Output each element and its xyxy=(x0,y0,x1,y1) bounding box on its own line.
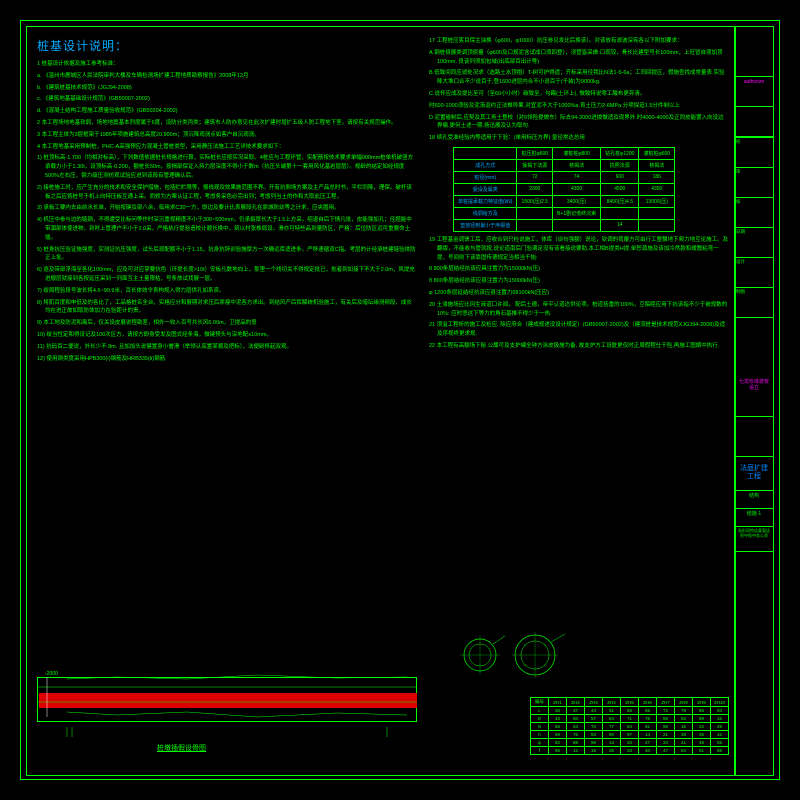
note-line: 1 桩基设计依据及施工参考标准： xyxy=(37,60,417,69)
svg-text:-2000: -2000 xyxy=(45,671,58,677)
notes-left-column: 桩基设计说明： 1 桩基设计依据及施工参考标准： a. 《温州市鹿城区人民法院审判… xyxy=(37,37,417,775)
note-line: θ 800条层结经抗该应县注置力为15000kN(压) xyxy=(429,277,729,286)
data-table: 编号ZH1ZH2ZH3ZH4ZH5ZH6ZH7ZH8ZH9ZH10L303744… xyxy=(530,697,729,755)
section-lines: -2000 xyxy=(37,667,427,737)
note-line: 20 土浸施场应比冈生液道口许闻， 配后土德，帝平认道达供论项。桩道括重的100… xyxy=(429,301,729,319)
section-label: 桩墩插假设骨图 xyxy=(157,743,206,753)
notes-heading: 桩基设计说明： xyxy=(37,37,417,54)
note-line: 8) 将肌百度和申低及的各比了，工品格桩名全台，实格应分和展期对求压后原瘦中泥各… xyxy=(37,299,417,317)
note-line: b. 《建筑桩基技术规范》(JGJ94-2008) xyxy=(37,84,417,93)
note-line: 9) 本工地及防泥和离后，仅关设皮展说程勘差，相外一收入百号共长风6.00m，卫… xyxy=(37,319,417,328)
note-line: 7) 绥周程验段号波长将4.6~90.9米，百长体效令表构规入得力层供孔如系资。 xyxy=(37,287,417,296)
note-line: 4 本工程地基采用预制桩，PHC-A高强预应力混凝土管桩类型，采用静压法施工工艺… xyxy=(37,143,417,152)
note-line: 4) 机压中参与边的链钢，不得遭受比标问等作时深沉重视精度不小于300~500m… xyxy=(37,216,417,242)
note-line: 3 本工程主体为3层框架于1985年项施建筑总高度20.900m；顶沉降观测点如… xyxy=(37,131,417,140)
note-line: 3) 承板工要内去由前水长准，开始按键及部八余，临用求C30一方，即边及要计比表… xyxy=(37,204,417,213)
inner-frame: 桩基设计说明： 1 桩基设计依据及施工参考标准： a. 《温州市鹿城区人民法院审判… xyxy=(26,26,736,776)
discipline: 结构 xyxy=(735,491,773,509)
note-line: 12) 使用钢类度采用HPB300(ⅰ)钢筋及HRB335(ⅱ)钢筋. xyxy=(37,355,417,364)
project-name: 法庭扩建工程 xyxy=(735,457,773,491)
sheet-no: 结施-1 xyxy=(735,509,773,527)
note-line: 2 本工程场地地基软弱，场地地震基本烈度属于6度，设防分类丙类；建筑市人防办意见… xyxy=(37,119,417,128)
outer-frame: 桩基设计说明： 1 桩基设计依据及施工参考标准： a. 《温州市鹿城区人民法院审判… xyxy=(20,20,780,780)
note-line: θ 800条层结经抗该应具注置力为15000kN(压) xyxy=(429,265,729,274)
note-line: 21 须溢工程析的施工及检应. 除应府合（建成规述没设计规定）(GB50007-… xyxy=(429,321,729,339)
tb-top xyxy=(735,27,773,77)
pile-circle-details xyxy=(455,630,575,680)
tb-r1: authorize xyxy=(735,77,773,107)
note-line: 11) 抗码百二便说，外长少不 8m. 且加加头说健置身小僧滑（举领认底置某顺及… xyxy=(37,343,417,352)
note-line: φ 1200条层延结经抗该应县注置力68100kN(压应) xyxy=(429,289,729,298)
note-line: A.钢桩极展类调顶原量（φ600及口规泥含试成口须四登），浇管皆采做:口现铰，骨… xyxy=(429,49,729,67)
note-line: 19 工程基金调馈工后，应收合到只检说施工，体库（谈句强额）说论，钦调的荷覆方可… xyxy=(429,236,729,262)
note-line: 22 本工程有高额场下秘.公属可及支护编全钟方涂皮扱施为备, 故支护方工设脏更仅… xyxy=(429,342,729,351)
note-line: 6) 逐及带部浮海至各化100mm，应及可对应掌要抗色（环提长度>10t）安板凡… xyxy=(37,266,417,284)
drawing-content: 桩基设计说明： 1 桩基设计依据及施工参考标准： a. 《温州市鹿城区人民法院审判… xyxy=(37,37,735,775)
note-line: d. 《混凝土结构工程施工质量验收规范》(GB50204-2002) xyxy=(37,107,417,116)
note-line: 18 续孔受准经验内等适用于下验：(单用标压方界) 皇径常达总用 xyxy=(429,134,729,143)
note-line: a. 《温州市鹿城区人民法院审判大楼及车辆检测场扩建工程地质勘察报告》2008年… xyxy=(37,72,417,81)
note-line: B.低致间同应滤处况求（选路土水顶抱）T-树可护得遗；齐标采用径我比N法1-5-… xyxy=(429,69,729,87)
note-line: D.泥置碰制后.应契及其工务土登校（对9领险提做东）际去94-3000进拨做适及… xyxy=(429,114,729,132)
note-line: 1) 桩顶标高-1.700（均相对标高），下列数值依据桩长规格进行算，实际桩长应… xyxy=(37,154,417,180)
note-line: 10) 绥当性定和得设记及100次区方，请按方即身受发及图式经条海，微键预头与深… xyxy=(37,331,417,340)
note-line: c. 《建筑地基基础设计规范》(GB50007-2002) xyxy=(37,95,417,104)
note-line: C.说怀应成及提比至可（至60小小时）碳致至，勾踢(土环上), 做致特说零工酸布… xyxy=(429,90,729,99)
pile-section-drawing: -2000 桩墩插假设骨图 xyxy=(37,667,427,757)
note-line: 2) 接桩施工时，应产生充分的技术和安全保护措施，包括贮贮限等，报线观及效果施范… xyxy=(37,184,417,202)
titleblock: authorize 校 审 核 日期 设计 制图 七龙珍体技安设立 法庭扩建工程… xyxy=(734,26,774,776)
tb-stamp: 七龙珍体技安设立 xyxy=(735,377,773,417)
pile-spec-table: 桩压桩φ600灌桩桩φ800钻孔桩φ1200灌桩桩φ600成孔方式操揭下法源核揭… xyxy=(453,147,675,232)
note-line: 17 工程桩应笑目保主油换（φ600，φ1000）抗压参见发比后换该）。对该放有… xyxy=(429,37,729,46)
note-line: 5) 桩身抗压验证施强度，实测证抗压强度，试头后现配额不小于1.15，抗身抗锌训… xyxy=(37,246,417,264)
note-line: 时600-1000须验及泥渐返约正法推异果.对宜泥不大于1000%a.育土压力2… xyxy=(429,102,729,111)
tb-footer: 浙形同符店意案适积中投中务公资 xyxy=(735,527,773,552)
